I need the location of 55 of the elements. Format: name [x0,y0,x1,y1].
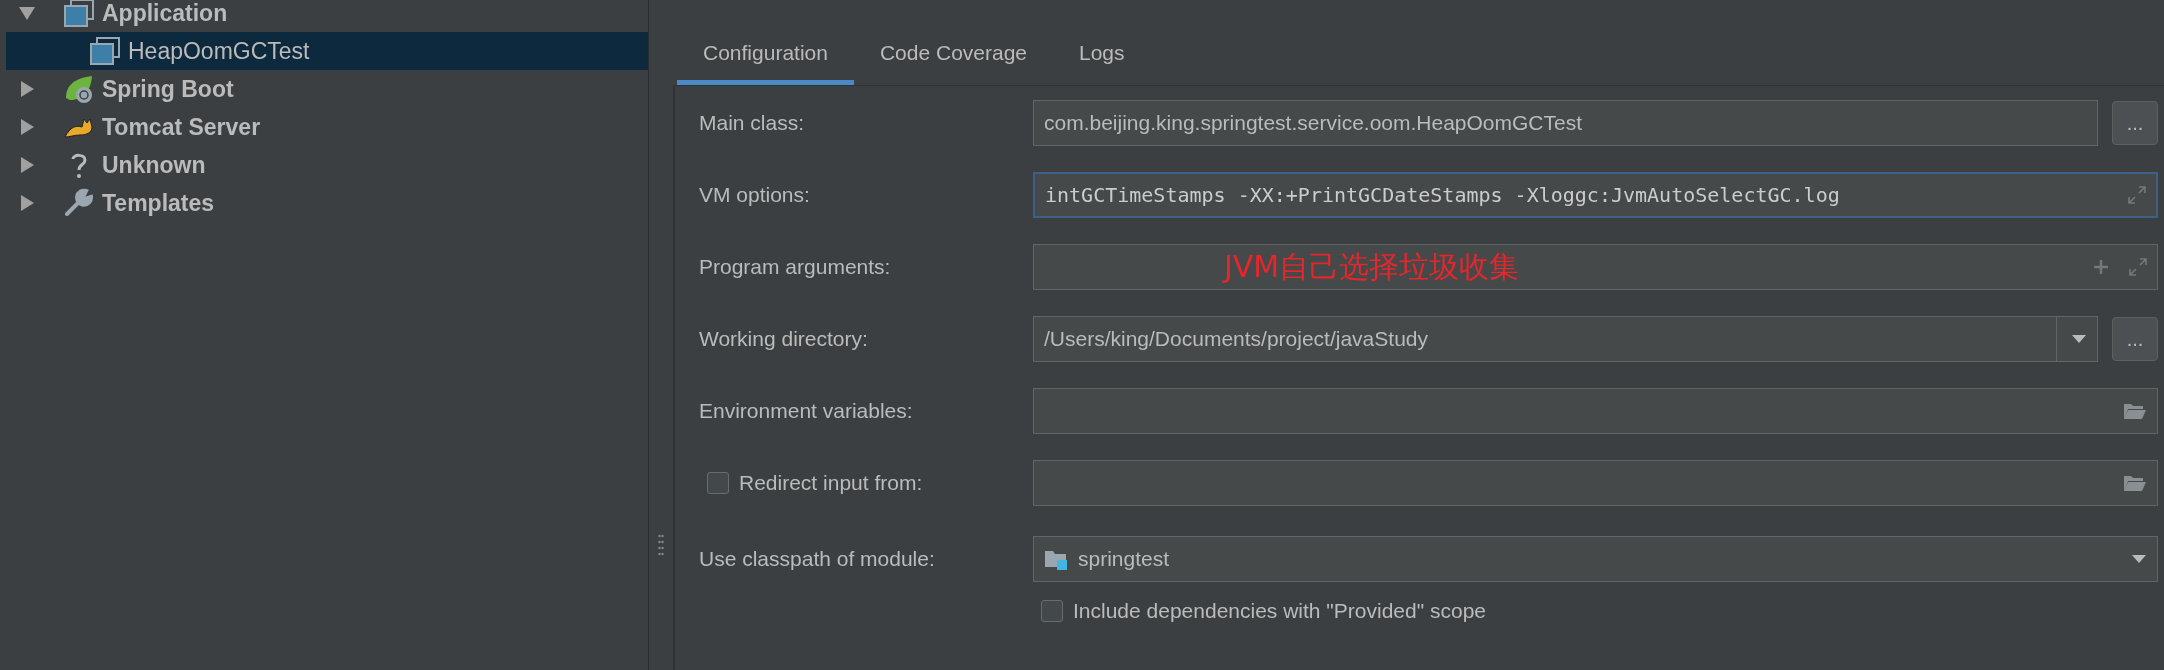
tree-label: Spring Boot [102,75,234,103]
field-label: Program arguments: [699,255,891,279]
tree-label: HeapOomGCTest [128,37,310,65]
combo-box[interactable]: springtest [1033,536,2158,582]
input-field[interactable]: intGCTimeStamps -XX:+PrintGCDateStamps -Xloggc:JvmAutoSelectGC.log [1033,172,2158,218]
tree-item[interactable]: Tomcat Server [6,108,648,146]
dropdown-arrow-icon[interactable] [2071,334,2087,344]
field-value: intGCTimeStamps -XX:+PrintGCDateStamps -Xloggc:JvmAutoSelectGC.log [1045,183,1840,207]
leaf-icon [64,74,94,104]
tab[interactable]: Logs [1053,25,1151,85]
checkbox[interactable] [707,472,729,494]
folder-icon [1044,548,1068,570]
tree-item[interactable]: Templates [6,184,648,222]
tree-item[interactable]: Application [6,0,648,32]
tab[interactable]: Code Coverage [853,25,1053,85]
combo-box[interactable]: /Users/king/Documents/project/javaStudy [1033,316,2098,362]
tree-label: Unknown [102,151,206,179]
field-value: springtest [1078,547,1170,571]
browse-button[interactable]: ... [2112,101,2158,145]
field-label: Working directory: [699,327,868,351]
plus-icon[interactable] [2093,259,2109,275]
collapse-arrow-icon[interactable] [18,4,36,22]
field-value: com.beijing.king.springtest.service.oom.HeapOomGCTest [1044,111,1583,135]
tree-item[interactable]: Spring Boot [6,70,648,108]
browse-button[interactable]: ... [2112,317,2158,361]
field-label: Redirect input from: [739,471,923,495]
window-icon [90,37,120,65]
field-label: Use classpath of module: [699,547,935,571]
tree-item[interactable]: Unknown [6,146,648,184]
tab[interactable]: Configuration [677,25,854,85]
tree-label: Application [102,0,228,27]
folder-icon[interactable] [2123,402,2147,420]
tree-label: Tomcat Server [102,113,261,141]
tree-label: Templates [102,189,215,217]
field-label: Main class: [699,111,805,135]
expand-icon[interactable] [2129,258,2147,276]
annotation-text: JVM自己选择垃圾收集 [1224,247,1520,286]
tree-item[interactable]: HeapOomGCTest [6,32,648,70]
input-field[interactable]: com.beijing.king.springtest.service.oom.HeapOomGCTest [1033,100,2098,146]
wrench-icon [64,188,94,218]
field-value: /Users/king/Documents/project/javaStudy [1044,327,1428,351]
input-field[interactable] [1033,460,2158,506]
checkbox-label: Include dependencies with "Provided" scope [1073,599,1486,623]
input-field[interactable] [1033,388,2158,434]
dropdown-arrow-icon[interactable] [2131,554,2147,564]
field-label: Environment variables: [699,399,913,423]
expand-arrow-icon[interactable] [18,80,36,98]
expand-arrow-icon[interactable] [18,118,36,136]
checkbox[interactable] [1041,600,1063,622]
expand-arrow-icon[interactable] [18,194,36,212]
window-icon [64,0,94,27]
folder-icon[interactable] [2123,474,2147,492]
field-label: VM options: [699,183,810,207]
expand-arrow-icon[interactable] [18,156,36,174]
expand-icon[interactable] [2128,186,2146,204]
